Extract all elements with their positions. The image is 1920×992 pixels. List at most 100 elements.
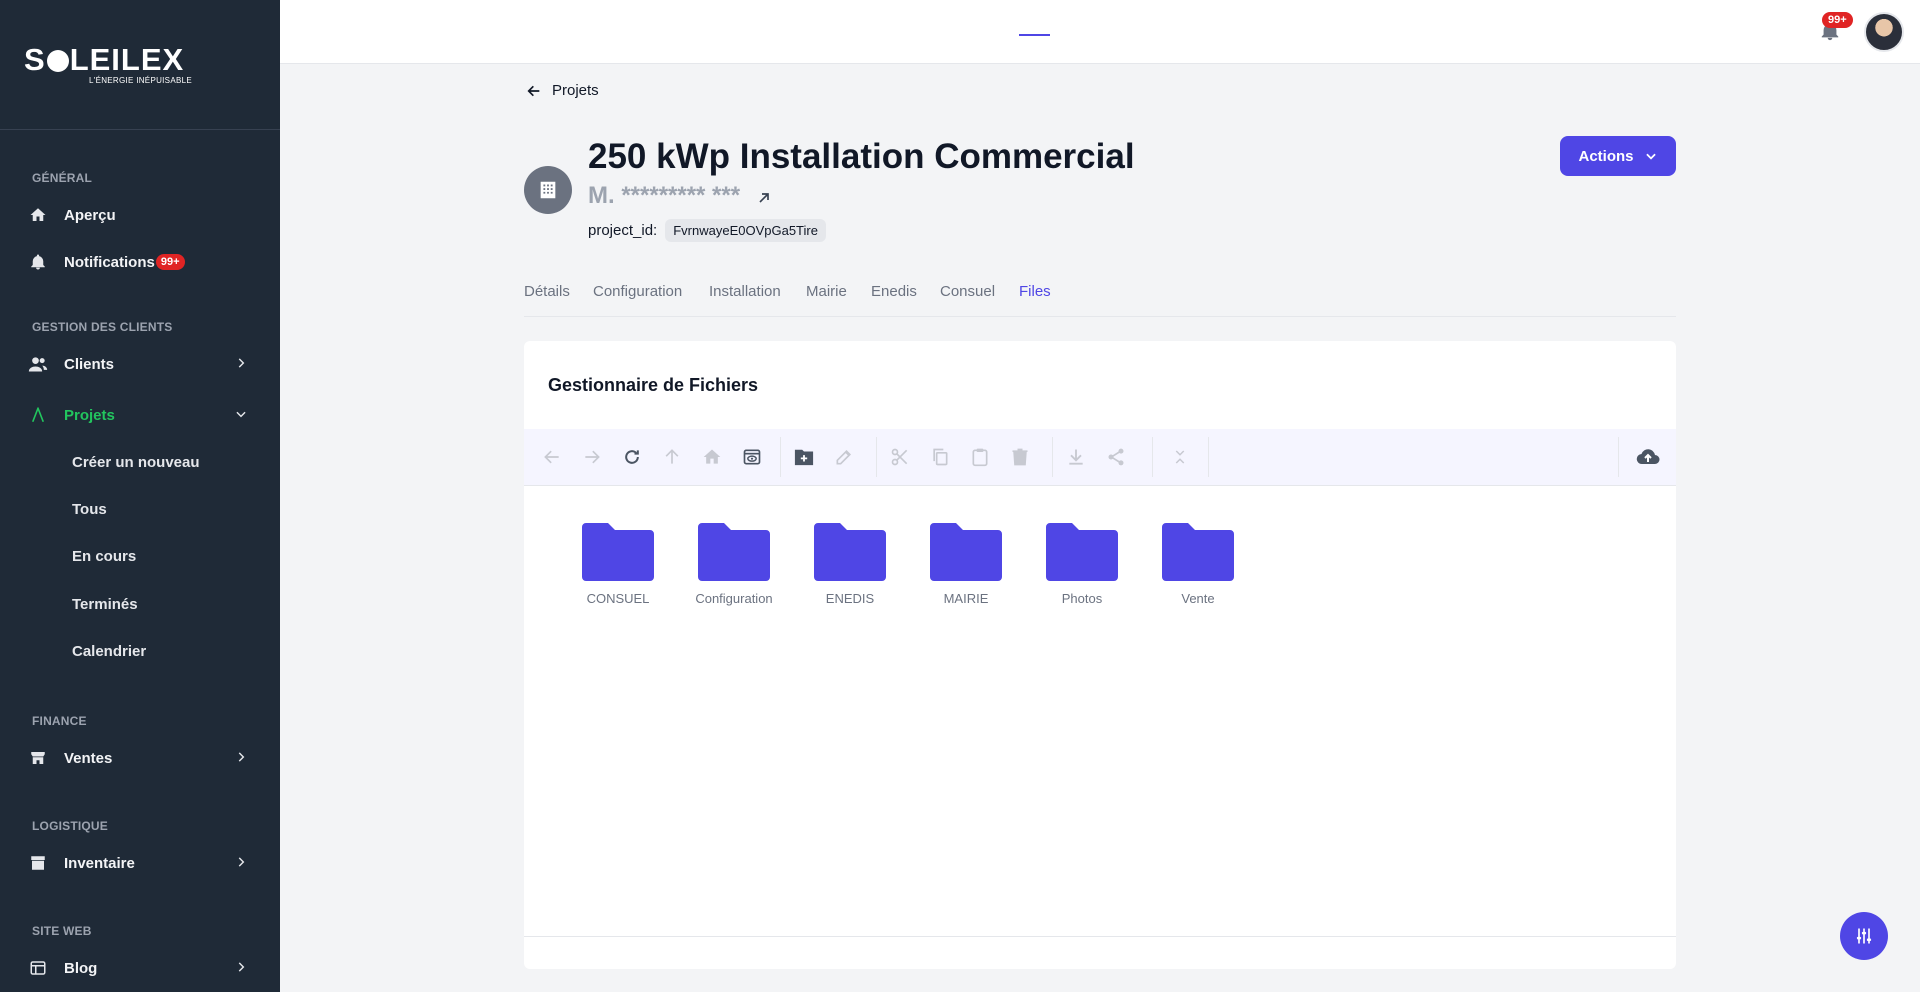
users-icon — [28, 354, 48, 374]
folder-item[interactable]: ENEDIS — [792, 521, 908, 606]
chevron-down-icon — [236, 411, 246, 418]
new-folder-icon[interactable] — [792, 445, 816, 469]
sidebar-item-label: Clients — [64, 355, 115, 373]
notification-badge: 99+ — [1822, 12, 1853, 28]
refresh-icon[interactable] — [620, 445, 644, 469]
back-icon[interactable] — [540, 445, 564, 469]
delete-icon[interactable] — [1008, 445, 1032, 469]
building-icon — [524, 166, 572, 214]
project-id: project_id: FvrnwayeE0OVpGa5Tire — [588, 219, 826, 242]
toolbar-separator — [1208, 437, 1209, 477]
cut-icon[interactable] — [888, 445, 912, 469]
sidebar-item-ventes[interactable]: Ventes — [28, 740, 254, 776]
collapse-icon[interactable] — [1168, 445, 1192, 469]
card-footer-divider — [524, 936, 1676, 937]
folder-label: Vente — [1181, 591, 1215, 606]
logo-text: S LEILEX — [24, 42, 185, 77]
sidebar-item-label: Notifications — [64, 253, 155, 271]
tab-configuration[interactable]: Configuration — [593, 283, 682, 300]
toolbar-separator — [1052, 437, 1053, 477]
download-icon[interactable] — [1064, 445, 1088, 469]
upload-cloud-icon[interactable] — [1636, 445, 1660, 469]
tab-consuel[interactable]: Consuel — [940, 283, 995, 300]
client-name-text: M. ********* *** — [588, 182, 741, 209]
folder-label: Photos — [1061, 591, 1103, 606]
bell-icon — [28, 252, 48, 272]
topbar — [280, 0, 1920, 64]
folder-icon — [814, 523, 886, 581]
notifications-badge: 99+ — [155, 254, 185, 270]
home-icon — [28, 205, 48, 225]
logo-tagline: L'ÉNERGIE INÉPUISABLE — [89, 76, 192, 85]
sliders-icon — [1856, 928, 1872, 944]
file-manager-title: Gestionnaire de Fichiers — [548, 375, 759, 395]
folder-item[interactable]: Vente — [1140, 521, 1256, 606]
chevron-right-icon — [238, 358, 245, 368]
file-manager-card: Gestionnaire de Fichiers CONSUEL Configu… — [524, 341, 1676, 969]
toolbar-separator — [876, 437, 877, 477]
sidebar: S LEILEX L'ÉNERGIE INÉPUISABLE GÉNÉRAL Ap… — [0, 0, 280, 992]
arrow-up-icon[interactable] — [660, 445, 684, 469]
chevron-down-icon — [1645, 153, 1656, 160]
preview-icon[interactable] — [740, 445, 764, 469]
sidebar-item-label: Blog — [64, 959, 98, 977]
sidebar-item-label: Ventes — [64, 749, 113, 767]
sidebar-subitem-calendrier[interactable]: Calendrier — [72, 643, 146, 660]
folder-icon — [582, 523, 654, 581]
folder-icon — [930, 523, 1002, 581]
page-title: 250 kWp Installation Commercial — [588, 137, 1135, 176]
tabs: Détails Configuration Installation Mairi… — [524, 280, 1676, 317]
home-icon[interactable] — [700, 445, 724, 469]
settings-fab-button[interactable] — [1840, 912, 1888, 960]
back-link[interactable]: Projets — [526, 82, 599, 99]
sidebar-item-projets[interactable]: Projets — [28, 397, 254, 433]
share-icon[interactable] — [1104, 445, 1128, 469]
folder-icon — [1162, 523, 1234, 581]
toolbar-separator — [1152, 437, 1153, 477]
sidebar-subitem-en-cours[interactable]: En cours — [72, 548, 136, 565]
sun-icon — [46, 50, 69, 72]
actions-button[interactable]: Actions — [1560, 136, 1676, 176]
sidebar-item-label: Aperçu — [64, 206, 116, 224]
article-icon — [28, 958, 48, 978]
sidebar-subitem-termines[interactable]: Terminés — [72, 596, 138, 613]
chevron-right-icon — [238, 752, 245, 762]
external-link-icon[interactable] — [756, 190, 772, 206]
folder-item[interactable]: CONSUEL — [560, 521, 676, 606]
folder-item[interactable]: Photos — [1024, 521, 1140, 606]
project-id-value[interactable]: FvrnwayeE0OVpGa5Tire — [665, 219, 826, 242]
folder-item[interactable]: MAIRIE — [908, 521, 1024, 606]
sidebar-subitem-tous[interactable]: Tous — [72, 501, 107, 518]
folder-label: CONSUEL — [586, 591, 650, 606]
tab-details[interactable]: Détails — [524, 283, 570, 300]
rename-icon[interactable] — [832, 445, 856, 469]
sidebar-item-inventaire[interactable]: Inventaire — [28, 845, 254, 881]
sidebar-item-label: Inventaire — [64, 854, 135, 872]
sidebar-subitem-creer[interactable]: Créer un nouveau — [72, 454, 200, 471]
folder-label: Configuration — [695, 591, 773, 606]
tab-installation[interactable]: Installation — [709, 283, 781, 300]
sidebar-item-clients[interactable]: Clients — [28, 346, 254, 382]
project-id-label: project_id: — [588, 222, 658, 239]
back-label: Projets — [552, 82, 599, 99]
logo[interactable]: S LEILEX L'ÉNERGIE INÉPUISABLE — [0, 0, 280, 130]
active-tab-indicator — [1019, 34, 1050, 36]
sidebar-item-apercu[interactable]: Aperçu — [28, 197, 254, 233]
folder-item[interactable]: Configuration — [676, 521, 792, 606]
section-finance: FINANCE — [32, 714, 87, 728]
tab-mairie[interactable]: Mairie — [806, 283, 847, 300]
copy-icon[interactable] — [928, 445, 952, 469]
avatar[interactable] — [1864, 12, 1904, 52]
forward-icon[interactable] — [580, 445, 604, 469]
client-name: M. ********* *** — [588, 182, 772, 210]
sidebar-item-notifications[interactable]: Notifications 99+ — [28, 244, 254, 280]
paste-icon[interactable] — [968, 445, 992, 469]
compass-icon — [28, 405, 48, 425]
tab-files[interactable]: Files — [1019, 283, 1051, 300]
folder-label: ENEDIS — [825, 591, 875, 606]
section-logistique: LOGISTIQUE — [32, 819, 109, 833]
actions-label: Actions — [1578, 147, 1634, 165]
tab-enedis[interactable]: Enedis — [871, 283, 917, 300]
sidebar-item-blog[interactable]: Blog — [28, 950, 254, 986]
folder-icon — [698, 523, 770, 581]
